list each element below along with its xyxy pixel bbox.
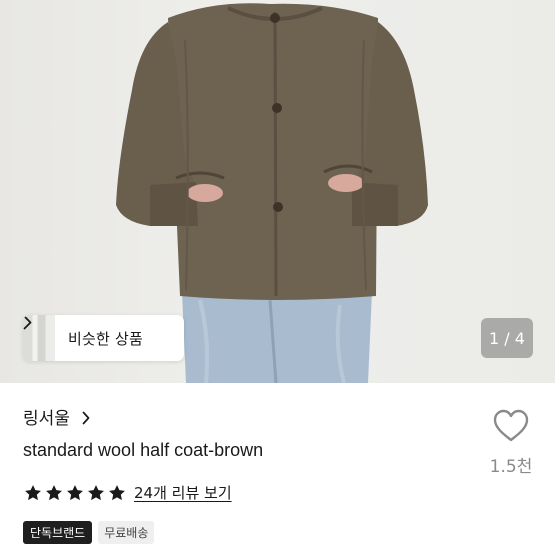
similar-items-button[interactable]: 비슷한 상품	[23, 315, 184, 361]
product-photo[interactable]: 비슷한 상품 1 / 4	[0, 0, 555, 383]
similar-items-label: 비슷한 상품	[68, 329, 143, 348]
exclusive-brand-badge: 단독브랜드	[23, 521, 93, 544]
star-icon	[46, 484, 62, 500]
like-count: 1.5천	[489, 457, 533, 477]
review-link[interactable]: 24개 리뷰 보기	[134, 482, 232, 503]
star-icon	[88, 484, 104, 500]
chevron-right-icon	[82, 411, 90, 424]
star-icon	[25, 484, 41, 500]
product-title: standard wool half coat-brown	[23, 440, 264, 460]
star-icon	[109, 484, 125, 500]
rating-row: 24개 리뷰 보기	[23, 482, 232, 503]
shop-link[interactable]: 링서울	[23, 404, 90, 429]
heart-icon[interactable]	[492, 408, 530, 444]
star-icon	[67, 484, 83, 500]
shop-name: 링서울	[23, 409, 70, 429]
star-rating	[23, 483, 127, 503]
badge-list: 단독브랜드 무료배송	[23, 521, 155, 544]
image-page-indicator: 1 / 4	[481, 318, 533, 358]
chevron-right-icon	[23, 315, 32, 330]
free-shipping-badge: 무료배송	[98, 521, 155, 544]
